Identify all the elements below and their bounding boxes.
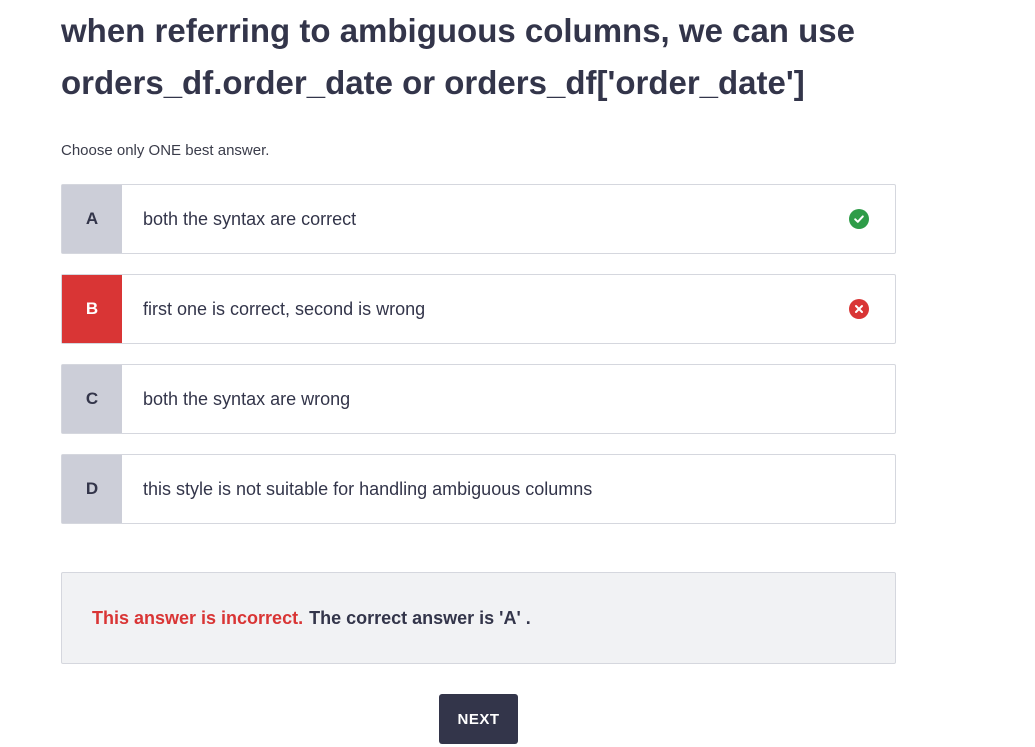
option-letter: B [62, 275, 122, 343]
option-letter: D [62, 455, 122, 523]
answer-feedback: This answer is incorrect. The correct an… [61, 572, 896, 664]
next-button[interactable]: NEXT [439, 694, 518, 744]
option-letter: C [62, 365, 122, 433]
option-text: this style is not suitable for handling … [143, 478, 593, 499]
x-circle-icon [849, 299, 869, 319]
option-b[interactable]: B first one is correct, second is wrong [61, 274, 896, 344]
answer-options: A both the syntax are correct B first on… [61, 184, 896, 544]
option-status [823, 275, 895, 343]
option-a[interactable]: A both the syntax are correct [61, 184, 896, 254]
option-status [823, 185, 895, 253]
option-c[interactable]: C both the syntax are wrong [61, 364, 896, 434]
check-circle-icon [849, 209, 869, 229]
option-status [823, 365, 895, 433]
instruction-text: Choose only ONE best answer. [61, 142, 270, 159]
question-text: when referring to ambiguous columns, we … [61, 12, 855, 101]
option-status [823, 455, 895, 523]
correct-answer-message: The correct answer is 'A' . [309, 607, 531, 628]
option-letter: A [62, 185, 122, 253]
option-text: both the syntax are correct [143, 208, 357, 229]
option-text: both the syntax are wrong [143, 388, 351, 409]
option-text: first one is correct, second is wrong [143, 298, 426, 319]
option-d[interactable]: D this style is not suitable for handlin… [61, 454, 896, 524]
quiz-page: when referring to ambiguous columns, we … [0, 0, 1035, 747]
incorrect-message: This answer is incorrect. [92, 607, 304, 628]
